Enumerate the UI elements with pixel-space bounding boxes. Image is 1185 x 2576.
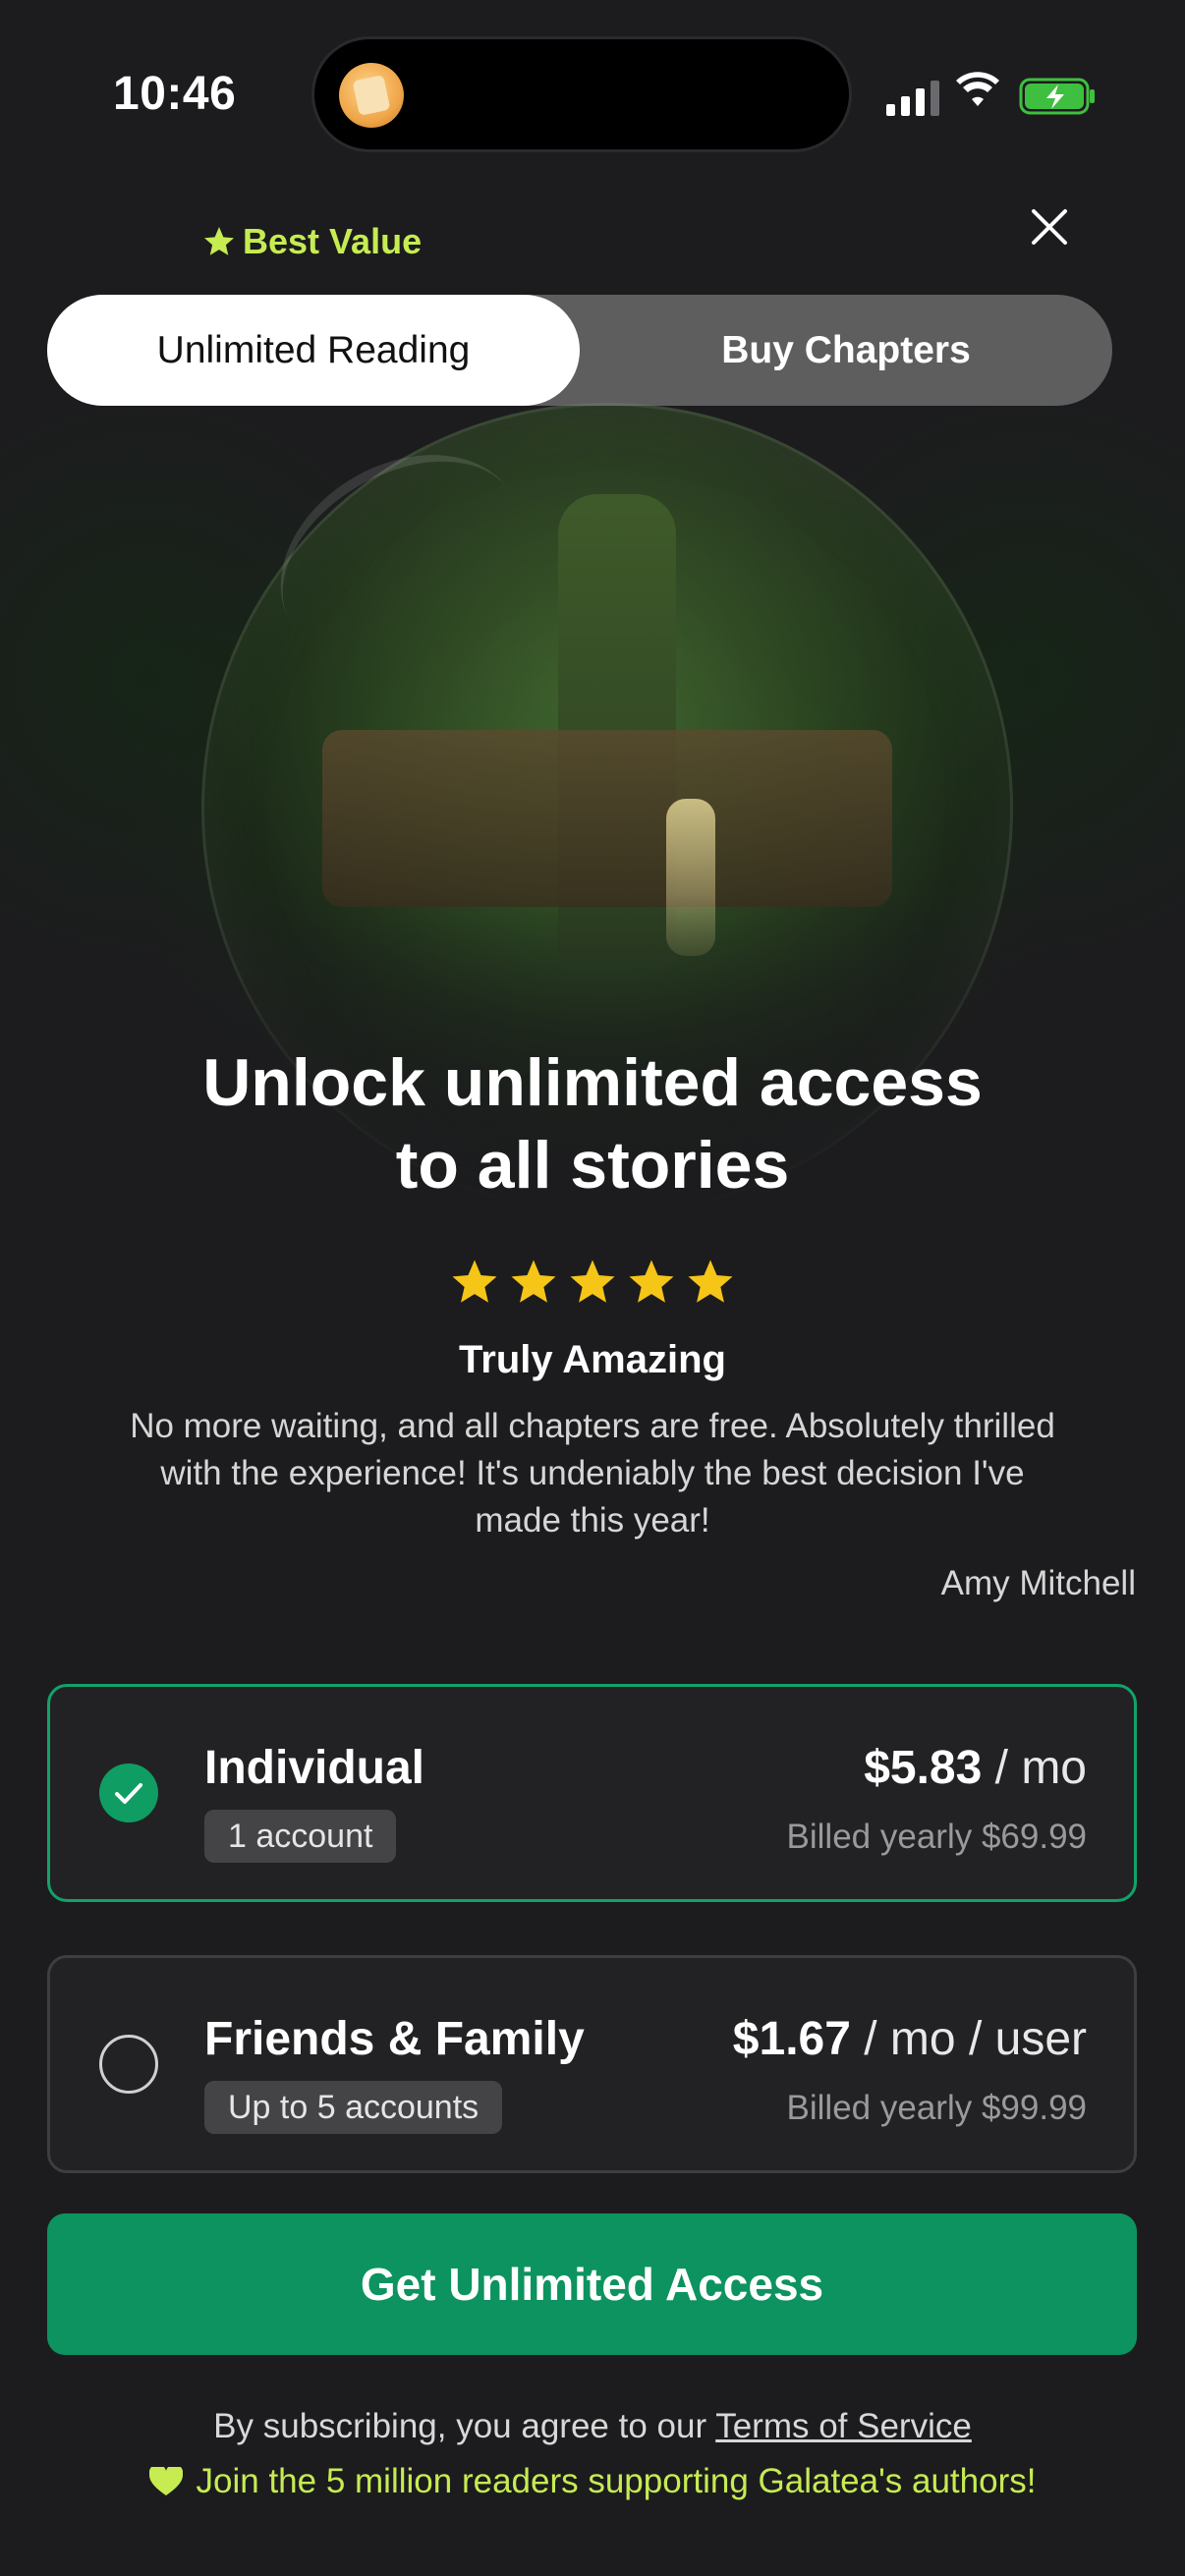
best-value-label: Best Value — [243, 221, 423, 261]
star-icon — [511, 1260, 556, 1303]
plan-billed: Billed yearly $69.99 — [786, 1818, 1087, 1856]
coin-icon — [339, 63, 404, 128]
star-icon — [629, 1260, 674, 1303]
plan-billed: Billed yearly $99.99 — [786, 2089, 1087, 2127]
rating-stars — [0, 1256, 1185, 1309]
join-readers-banner: Join the 5 million readers supporting Ga… — [0, 2462, 1185, 2501]
plan-individual[interactable]: Individual 1 account $5.83 / mo Billed y… — [47, 1684, 1137, 1902]
close-icon[interactable] — [1022, 199, 1077, 254]
get-unlimited-access-button[interactable]: Get Unlimited Access — [47, 2213, 1137, 2355]
terms-prefix: By subscribing, you agree to our — [213, 2407, 716, 2445]
plan-type-tabs: Unlimited Reading Buy Chapters — [47, 295, 1112, 406]
plan-tag: Up to 5 accounts — [204, 2081, 503, 2134]
tab-unlimited-reading[interactable]: Unlimited Reading — [47, 295, 580, 406]
terms-of-service-link[interactable]: Terms of Service — [715, 2407, 972, 2445]
status-time: 10:46 — [113, 68, 237, 120]
headline-line-2: to all stories — [395, 1128, 790, 1203]
headline-line-1: Unlock unlimited access — [202, 1045, 983, 1120]
tab-buy-chapters[interactable]: Buy Chapters — [580, 295, 1112, 406]
star-icon — [204, 227, 234, 255]
wifi-icon — [956, 72, 999, 106]
best-value-badge: Best Value — [201, 221, 422, 262]
terms-text: By subscribing, you agree to our Terms o… — [0, 2407, 1185, 2446]
battery-charging-icon — [1019, 78, 1095, 115]
plan-name: Friends & Family — [204, 2013, 585, 2065]
plan-friends-family[interactable]: Friends & Family Up to 5 accounts $1.67 … — [47, 1955, 1137, 2173]
review-author: Amy Mitchell — [940, 1564, 1136, 1602]
radio-checked-icon[interactable] — [99, 1764, 158, 1822]
star-icon — [688, 1260, 733, 1303]
cellular-signal-icon — [886, 77, 939, 116]
plan-price: $1.67 / mo / user — [732, 2013, 1087, 2065]
join-text: Join the 5 million readers supporting Ga… — [196, 2462, 1037, 2500]
plan-price: $5.83 / mo — [864, 1742, 1087, 1794]
radio-unchecked-icon[interactable] — [99, 2035, 158, 2094]
review-body: No more waiting, and all chapters are fr… — [130, 1407, 1055, 1540]
star-icon — [452, 1260, 497, 1303]
plan-tag: 1 account — [204, 1810, 397, 1863]
star-icon — [570, 1260, 615, 1303]
plan-name: Individual — [204, 1742, 425, 1794]
review-title: Truly Amazing — [459, 1338, 726, 1381]
heart-icon — [148, 2467, 183, 2495]
page-title: Unlock unlimited access to all stories — [0, 1041, 1185, 1206]
